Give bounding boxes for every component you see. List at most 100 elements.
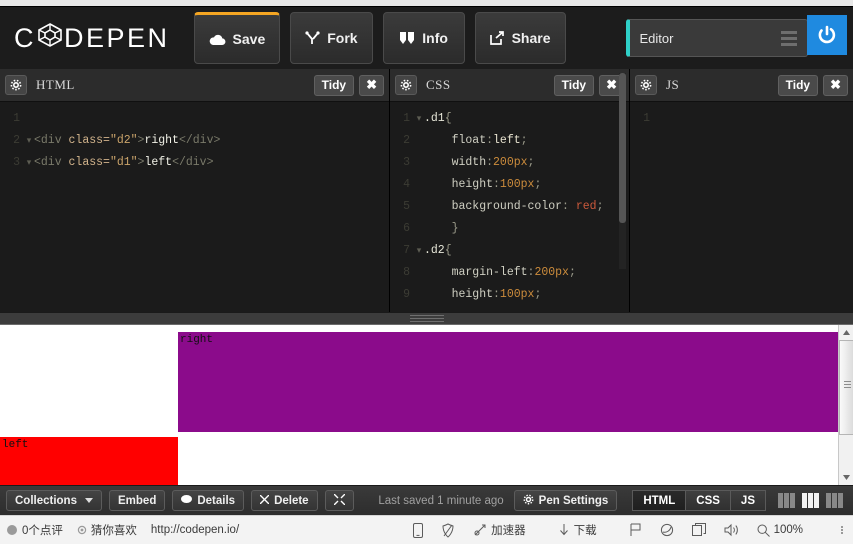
browser-status-bar: 0个点评 猜你喜欢 http://codepen.io/ 加速器 下载 100% [0,515,853,544]
close-x-icon [259,494,270,507]
line-number: 7 [403,244,410,257]
layout-center-icon[interactable] [802,493,819,508]
flag-icon[interactable] [629,523,642,537]
css-scrollbar-thumb[interactable] [619,73,626,223]
save-button-label: Save [232,31,266,47]
line-number: 8 [403,266,410,279]
speaker-icon[interactable] [724,523,739,537]
code-line: 3 width:200px; [390,152,629,174]
fullscreen-button[interactable] [324,490,354,511]
js-tidy-button[interactable]: Tidy [777,74,819,96]
segment-css[interactable]: CSS [685,490,730,511]
fold-arrow-icon[interactable]: ▾ [24,130,34,152]
info-button-label: Info [422,30,448,46]
html-tidy-button[interactable]: Tidy [313,74,355,96]
zoom-icon [757,524,770,537]
code-text: } [424,222,459,235]
fold-arrow-icon[interactable]: ▾ [414,108,424,130]
pane-splitter[interactable] [0,312,853,325]
editor-panes: HTML Tidy ✖ 1 2 ▾ <div class="d2">right</di… [0,69,853,312]
download-status[interactable]: 下载 [558,522,597,538]
menu-bars-icon [780,31,797,49]
zoom-status[interactable]: 100% [757,524,803,537]
layout-right-icon[interactable] [826,493,843,508]
code-text: margin-left:200px; [424,266,576,279]
download-label: 下载 [573,525,597,537]
js-code-editor[interactable]: 1 [630,102,853,312]
codepen-logo[interactable]: C DEPEN [14,22,170,55]
code-line: 5 background-color: red; [390,196,629,218]
line-number: 3 [403,156,410,169]
css-code-editor[interactable]: 1 ▾ .d1{2 float:left; 3 width:200px; 4 heigh… [390,102,629,312]
code-text: height:100px; [424,178,542,191]
html-close-icon[interactable]: ✖ [359,74,384,96]
phone-icon[interactable] [413,522,424,538]
fold-arrow-icon[interactable] [414,218,424,240]
fold-arrow-icon[interactable] [414,174,424,196]
segment-js[interactable]: JS [729,490,766,511]
code-text: <div class="d2">right</div> [34,134,221,147]
pen-settings-button[interactable]: Pen Settings [513,490,618,511]
scroll-up-arrow-icon[interactable] [839,325,853,340]
gear-icon[interactable] [635,75,657,95]
window-icon[interactable] [691,523,706,537]
accelerator-status[interactable]: 加速器 [473,522,526,538]
fold-arrow-icon[interactable] [24,108,34,130]
embed-button[interactable]: Embed [109,490,166,511]
css-editor-scrollbar[interactable] [619,73,626,269]
fold-arrow-icon[interactable] [414,152,424,174]
gear-icon[interactable] [5,75,27,95]
fold-arrow-icon[interactable] [414,284,424,306]
share-button[interactable]: Share [474,12,566,64]
comment-bubble-icon [181,494,193,507]
fold-arrow-icon[interactable]: ▾ [414,240,424,262]
code-text: height:100px; [424,288,542,301]
fork-button[interactable]: Fork [290,12,373,64]
preview-scrollbar[interactable] [838,325,853,485]
preview-div-d1-label: left [2,439,29,451]
fold-arrow-icon[interactable] [414,130,424,152]
collections-button[interactable]: Collections [6,490,102,511]
gear-icon [523,494,534,508]
editor-view-selector[interactable]: Editor [625,19,808,57]
shield-icon[interactable] [441,522,455,538]
css-tidy-button[interactable]: Tidy [553,74,595,96]
pane-html-title: HTML [36,77,75,92]
resize-grip-icon[interactable] [841,526,843,534]
scroll-down-arrow-icon[interactable] [839,470,853,485]
save-button[interactable]: Save [193,12,281,64]
recommend-status[interactable]: 猜你喜欢 [77,522,137,538]
preview-div-d2-label: right [180,334,214,346]
info-button[interactable]: Info [382,12,465,64]
comment-icon [6,524,18,536]
segment-html[interactable]: HTML [632,490,686,511]
fold-arrow-icon[interactable] [414,262,424,284]
preview-iframe[interactable]: right left [0,325,853,485]
code-line: 7 ▾ .d2{ [390,240,629,262]
fold-arrow-icon[interactable] [654,108,664,130]
fold-arrow-icon[interactable]: ▾ [24,152,34,174]
delete-button[interactable]: Delete [251,490,318,511]
line-number: 9 [403,288,410,301]
fold-arrow-icon[interactable] [414,196,424,218]
js-close-icon[interactable]: ✖ [823,74,848,96]
comments-count-label: 0个点评 [22,525,63,537]
code-line: 3 ▾ <div class="d1">left</div> [0,152,389,174]
code-text: background-color: red; [424,200,604,213]
preview-scrollbar-thumb[interactable] [839,340,853,435]
pane-js: JS Tidy ✖ 1 [630,69,853,312]
preview-div-d2: right [178,332,838,432]
gear-icon[interactable] [395,75,417,95]
recommend-label: 猜你喜欢 [90,525,137,537]
pane-css-title: CSS [426,77,451,92]
drag-handle-icon[interactable] [409,313,444,324]
leaf-icon[interactable] [660,523,674,537]
layout-left-icon[interactable] [778,493,795,508]
html-code-editor[interactable]: 1 2 ▾ <div class="d2">right</div> 3 ▾ <div cla… [0,102,389,312]
comments-status[interactable]: 0个点评 [6,522,63,538]
details-button[interactable]: Details [172,490,245,511]
status-right-group: 加速器 下载 100% [413,522,843,538]
power-icon[interactable] [807,15,847,55]
last-saved-text: Last saved 1 minute ago [378,494,504,507]
details-label: Details [197,494,236,507]
